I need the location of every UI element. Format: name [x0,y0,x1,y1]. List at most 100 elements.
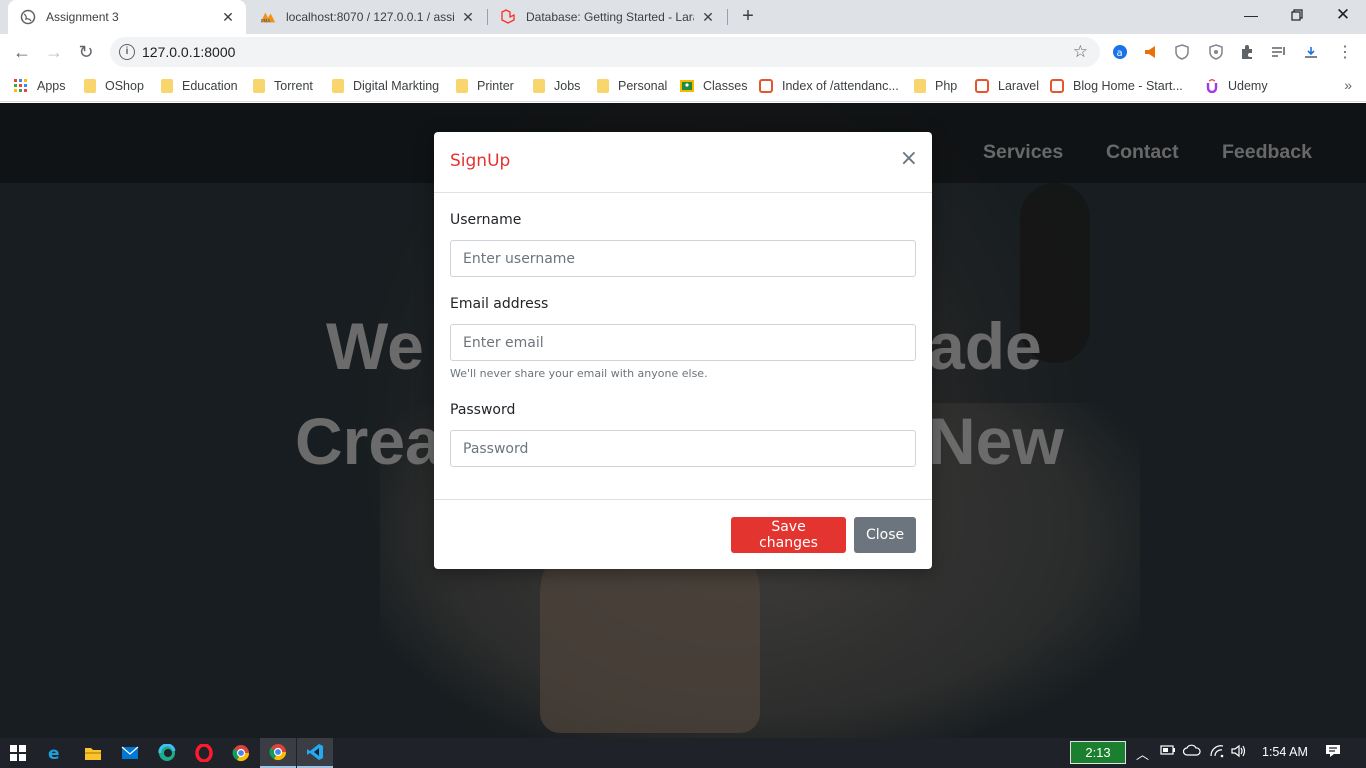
tab-laravel-docs[interactable]: Database: Getting Started - Larav ✕ [488,0,726,34]
username-input[interactable] [450,240,916,277]
folder-icon [161,79,173,93]
notification-center-icon[interactable] [1325,744,1341,761]
vscode-icon[interactable] [297,738,333,768]
bookmark-label: Blog Home - Start... [1073,79,1183,93]
bookmark-label: Laravel [998,79,1039,93]
battery-timer-badge[interactable]: 2:13 [1070,741,1126,764]
email-label: Email address [450,296,549,312]
opera-icon[interactable] [186,738,222,768]
bookmark-label: Printer [477,79,514,93]
shield-icon[interactable] [1173,43,1191,61]
signup-modal: SignUp × Username Email address We'll ne… [434,132,932,569]
tab-assignment-3[interactable]: Assignment 3 ✕ [8,0,246,34]
reload-button[interactable]: ↻ [72,38,100,66]
bookmark-index-of-attendance[interactable]: Index of /attendanc... [759,76,899,96]
extensions-puzzle-icon[interactable] [1238,43,1256,61]
back-button[interactable]: ← [8,38,36,66]
bookmark-jobs[interactable]: Jobs [533,76,580,96]
internet-explorer-icon[interactable]: e [38,738,74,768]
bookmark-blog-home[interactable]: Blog Home - Start... [1050,76,1183,96]
forward-button[interactable]: → [40,38,68,66]
tab-separator [727,9,728,25]
bookmark-label: Digital Markting [353,79,440,93]
chevron-up-icon[interactable]: ︿ [1136,744,1149,763]
close-button[interactable]: Close [854,517,916,553]
menu-kebab-icon[interactable]: ⋮ [1336,43,1354,61]
bookmark-apps[interactable]: Apps [14,76,66,96]
cloud-sync-icon[interactable] [1182,744,1201,759]
bookmark-star-icon[interactable]: ☆ [1073,42,1088,62]
bookmark-label: Jobs [554,79,581,93]
system-clock[interactable]: 1:54 AM [1262,745,1308,759]
volume-icon[interactable] [1231,744,1247,761]
classroom-icon [680,79,694,93]
bookmark-digital-markting[interactable]: Digital Markting [332,76,439,96]
bookmark-udemy[interactable]: Udemy [1205,76,1268,96]
edge-icon[interactable] [149,738,185,768]
restore-button[interactable] [1274,0,1320,30]
close-icon[interactable]: ✕ [460,9,476,25]
minimize-button[interactable]: — [1228,0,1274,30]
megaphone-icon[interactable] [1142,43,1160,61]
tab-title: Assignment 3 [46,10,119,24]
folder-icon [533,79,545,93]
file-explorer-icon[interactable] [75,738,111,768]
modal-title: SignUp [450,151,511,171]
modal-header: SignUp × [434,132,932,193]
svg-text:a: a [1117,48,1123,59]
folder-icon [456,79,468,93]
battery-icon[interactable] [1160,744,1176,759]
bookmark-classes[interactable]: Classes [680,76,747,96]
bookmark-label: Index of /attendanc... [782,79,899,93]
mail-icon[interactable] [112,738,148,768]
username-label: Username [450,212,522,228]
email-help-text: We'll never share your email with anyone… [450,367,708,380]
bookmark-printer[interactable]: Printer [456,76,514,96]
bookmark-oshop[interactable]: OShop [84,76,144,96]
bookmark-label: Php [935,79,958,93]
extension-a-icon[interactable]: a [1111,43,1129,61]
shield-check-icon[interactable] [1207,43,1225,61]
folder-icon [84,79,96,93]
phpmyadmin-icon: PMA [260,9,276,25]
browser-tab-strip: Assignment 3 ✕ PMA localhost:8070 / 127.… [0,0,1366,34]
bookmark-torrent[interactable]: Torrent [253,76,313,96]
bookmark-laravel[interactable]: Laravel [975,76,1039,96]
bookmark-education[interactable]: Education [161,76,238,96]
svg-text:PMA: PMA [261,18,271,24]
download-icon[interactable] [1302,43,1320,61]
site-info-icon[interactable]: i [119,44,135,60]
bookmark-label: Udemy [1228,79,1268,93]
globe-icon [20,9,36,25]
save-changes-button[interactable]: Save changes [731,517,846,553]
folder-icon [332,79,344,93]
modal-footer: Save changes Close [434,499,932,569]
close-icon[interactable]: ✕ [220,9,236,25]
svg-text:e: e [48,744,60,762]
media-queue-icon[interactable] [1270,43,1288,61]
browser-toolbar: ← → ↻ i 127.0.0.1:8000 ☆ a ⋮ [0,34,1366,70]
chrome-active-icon[interactable] [260,738,296,768]
xampp-icon [975,79,989,93]
address-bar[interactable]: i 127.0.0.1:8000 ☆ [110,37,1100,67]
close-icon[interactable]: × [900,147,918,171]
windows-taskbar: e 2:13 ︿ 1:54 AM [0,738,1366,768]
folder-icon [597,79,609,93]
chrome-icon[interactable] [223,738,259,768]
email-input[interactable] [450,324,916,361]
chevron-double-right-icon[interactable]: » [1344,77,1352,93]
bookmark-label: OShop [105,79,144,93]
password-input[interactable] [450,430,916,467]
close-icon[interactable]: ✕ [700,9,716,25]
xampp-icon [759,79,773,93]
wifi-icon[interactable] [1209,744,1225,761]
bookmark-php[interactable]: Php [914,76,957,96]
folder-icon [253,79,265,93]
window-close-button[interactable]: ✕ [1320,0,1366,30]
bookmark-personal[interactable]: Personal [597,76,667,96]
bookmark-label: Torrent [274,79,313,93]
windows-start-icon[interactable] [0,738,36,768]
tab-phpmyadmin[interactable]: PMA localhost:8070 / 127.0.0.1 / assig ✕ [248,0,486,34]
new-tab-button[interactable]: + [737,6,759,28]
xampp-icon [1050,79,1064,93]
